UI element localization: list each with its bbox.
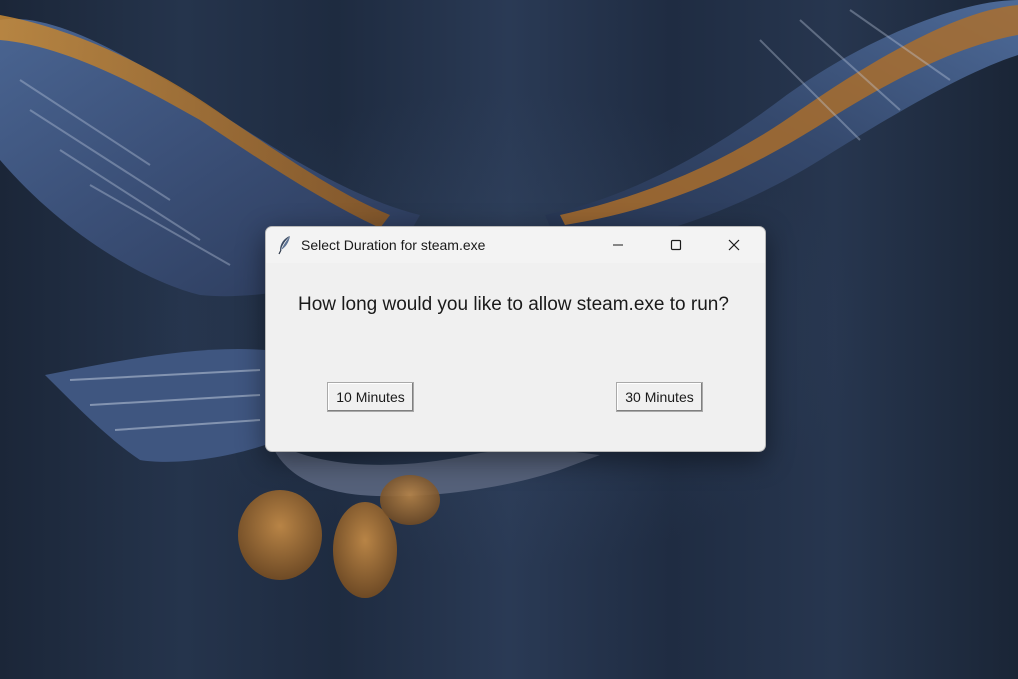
close-button[interactable] bbox=[711, 227, 757, 263]
title-bar[interactable]: Select Duration for steam.exe bbox=[266, 227, 765, 263]
close-icon bbox=[728, 239, 740, 251]
thirty-minutes-button[interactable]: 30 Minutes bbox=[616, 382, 703, 412]
maximize-button[interactable] bbox=[653, 227, 699, 263]
prompt-text: How long would you like to allow steam.e… bbox=[298, 294, 729, 315]
ten-minutes-button[interactable]: 10 Minutes bbox=[327, 382, 414, 412]
minimize-icon bbox=[613, 244, 623, 246]
duration-dialog: Select Duration for steam.exe How long w… bbox=[265, 226, 766, 452]
feather-icon bbox=[278, 236, 290, 255]
minimize-button[interactable] bbox=[595, 227, 641, 263]
maximize-icon bbox=[670, 239, 682, 251]
window-title: Select Duration for steam.exe bbox=[301, 237, 486, 253]
